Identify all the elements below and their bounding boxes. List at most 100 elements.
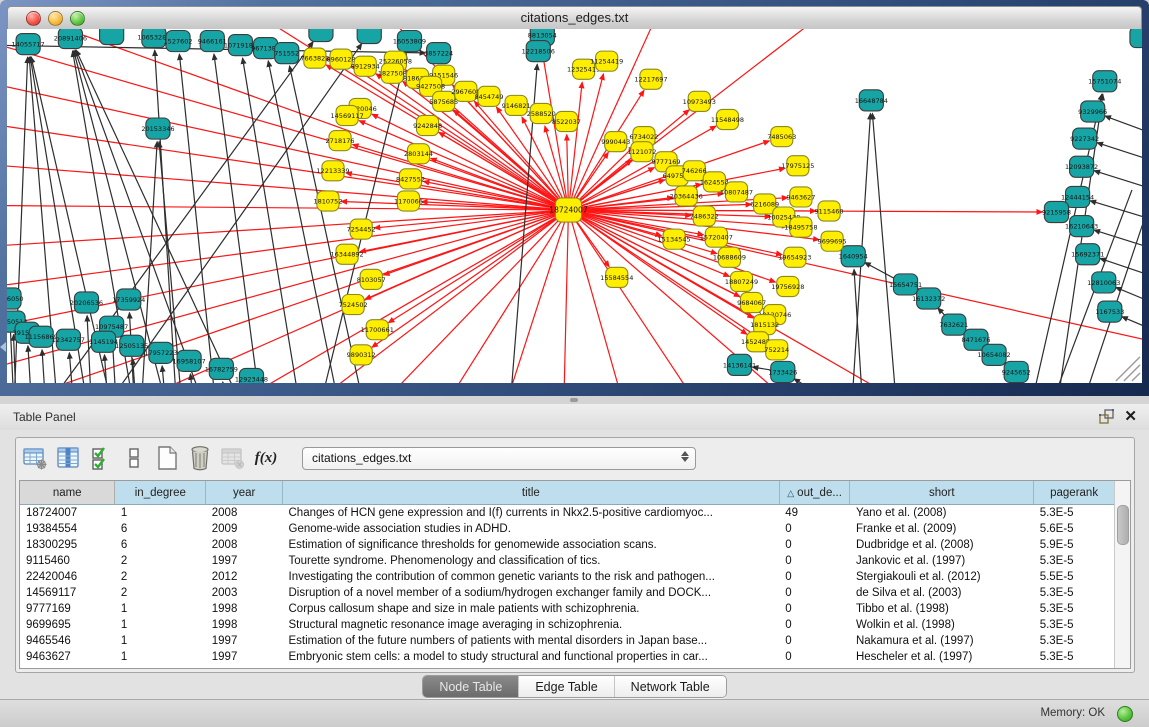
graph-edge[interactable] [243,58,304,383]
table-cell[interactable]: 1 [115,505,206,522]
table-cell[interactable]: 22420046 [20,569,115,585]
column-header-title[interactable]: title [283,481,780,505]
table-cell[interactable]: de Silva et al. (2003) [850,585,1034,601]
graph-edge[interactable] [346,173,569,210]
table-cell[interactable]: 6 [115,537,206,553]
table-cell[interactable]: Genome-wide association studies in ADHD. [283,521,780,537]
table-cell[interactable]: 0 [779,521,850,537]
network-window-titlebar[interactable]: citations_edges.txt [7,6,1142,31]
graph-edge[interactable] [794,379,834,383]
table-cell[interactable]: Tourette syndrome. Phenomenology and cla… [283,553,780,569]
table-cell[interactable]: 1 [115,633,206,649]
table-cell[interactable]: 5.3E-5 [1034,585,1115,601]
table-cell[interactable]: Nakamura et al. (1997) [850,633,1034,649]
table-settings-icon[interactable] [22,445,48,471]
float-panel-icon[interactable] [1097,408,1115,426]
table-row[interactable]: 1456911722003Disruption of a novel membe… [20,585,1115,601]
graph-edge[interactable] [268,61,344,383]
graph-edge[interactable] [359,210,568,383]
graph-edge[interactable] [7,210,568,250]
collapse-west-panel-icon[interactable] [0,342,6,352]
table-cell[interactable]: 49 [779,505,850,522]
table-cell[interactable]: 18724007 [20,505,115,522]
table-cell[interactable]: Tibbo et al. (1998) [850,601,1034,617]
table-scrollbar[interactable] [1114,481,1130,668]
table-cell[interactable]: 9465546 [20,633,115,649]
graph-edge[interactable] [1097,143,1142,168]
graph-edge[interactable] [162,366,168,383]
network-canvas[interactable]: 1405571720891406106532871527602946616110… [7,29,1142,383]
table-scrollbar-thumb[interactable] [1117,505,1129,545]
table-row[interactable]: 977716911998Corpus callosum shape and si… [20,601,1115,617]
tab-node-table[interactable]: Node Table [423,676,518,697]
table-row[interactable]: 2242004622012Investigating the contribut… [20,569,1115,585]
table-cell[interactable]: Changes of HCN gene expression and I(f) … [283,505,780,522]
table-cell[interactable]: 1 [115,649,206,665]
table-cell[interactable]: 0 [779,585,850,601]
show-column-icon[interactable] [55,445,81,471]
table-cell[interactable]: 5.3E-5 [1034,553,1115,569]
table-row[interactable]: 1938455462009Genome-wide association stu… [20,521,1115,537]
graph-edge[interactable] [374,210,568,228]
table-cell[interactable]: 2 [115,553,206,569]
table-cell[interactable]: Stergiakouli et al. (2012) [850,569,1034,585]
column-header-out_de[interactable]: △out_de... [779,481,850,505]
table-cell[interactable]: 1998 [206,601,283,617]
table-cell[interactable]: 1998 [206,617,283,633]
table-cell[interactable]: Yano et al. (2008) [850,505,1034,522]
table-row[interactable]: 969969511998Structural magnetic resonanc… [20,617,1115,633]
graph-edge[interactable] [1105,116,1142,142]
table-cell[interactable]: Hescheler et al. (1997) [850,649,1034,665]
table-cell[interactable]: 1 [115,601,206,617]
table-cell[interactable]: Disruption of a novel member of a sodium… [283,585,780,601]
column-header-pagerank[interactable]: pagerank [1034,481,1115,505]
graph-edge[interactable] [568,74,603,210]
tab-network-table[interactable]: Network Table [614,676,726,697]
tab-edge-table[interactable]: Edge Table [518,676,613,697]
table-cell[interactable]: 9463627 [20,649,115,665]
table-cell[interactable]: 2003 [206,585,283,601]
table-cell[interactable]: Wolkin et al. (1998) [850,617,1034,633]
graph-edge[interactable] [353,144,569,210]
graph-node[interactable] [100,29,124,45]
table-cell[interactable]: Estimation of significance thresholds fo… [283,537,780,553]
memory-status-icon[interactable] [1117,706,1133,722]
table-cell[interactable]: Investigating the contribution of common… [283,569,780,585]
column-header-name[interactable]: name [20,481,115,505]
graph-edge[interactable] [568,210,1042,212]
table-cell[interactable]: 5.3E-5 [1034,633,1115,649]
function-builder-icon[interactable]: f(x) [253,445,279,471]
column-header-in_degree[interactable]: in_degree [115,481,206,505]
table-cell[interactable]: 5.9E-5 [1034,537,1115,553]
table-cell[interactable]: 2 [115,585,206,601]
table-row[interactable]: 946362711997Embryonic stem cells: a mode… [20,649,1115,665]
table-cell[interactable]: 9777169 [20,601,115,617]
graph-edge[interactable] [872,113,898,383]
table-cell[interactable]: 5.3E-5 [1034,505,1115,522]
table-cell[interactable]: 2009 [206,521,283,537]
graph-edge[interactable] [568,210,661,383]
table-cell[interactable]: 2008 [206,505,283,522]
column-header-year[interactable]: year [206,481,283,505]
table-cell[interactable]: 0 [779,553,850,569]
table-cell[interactable]: Corpus callosum shape and size in male p… [283,601,780,617]
graph-edge[interactable] [42,350,47,383]
table-cell[interactable]: 1997 [206,633,283,649]
table-row[interactable]: 911546021997Tourette syndrome. Phenomeno… [20,553,1115,569]
table-cell[interactable]: Franke et al. (2009) [850,521,1034,537]
graph-edge[interactable] [560,210,568,383]
graph-edge[interactable] [388,210,568,323]
table-cell[interactable]: 0 [779,633,850,649]
graph-edge[interactable] [7,210,568,295]
table-cell[interactable]: Estimation of the future numbers of pati… [283,633,780,649]
table-cell[interactable]: Jankovic et al. (1997) [850,553,1034,569]
graph-node[interactable] [1130,29,1142,48]
table-cell[interactable]: 1 [115,617,206,633]
table-cell[interactable]: Structural magnetic resonance image aver… [283,617,780,633]
resize-grip-icon[interactable] [1124,365,1140,381]
table-row[interactable]: 1830029562008Estimation of significance … [20,537,1115,553]
table-cell[interactable]: 0 [779,601,850,617]
column-header-short[interactable]: short [850,481,1034,505]
table-cell[interactable]: 5.6E-5 [1034,521,1115,537]
table-cell[interactable]: 1997 [206,649,283,665]
